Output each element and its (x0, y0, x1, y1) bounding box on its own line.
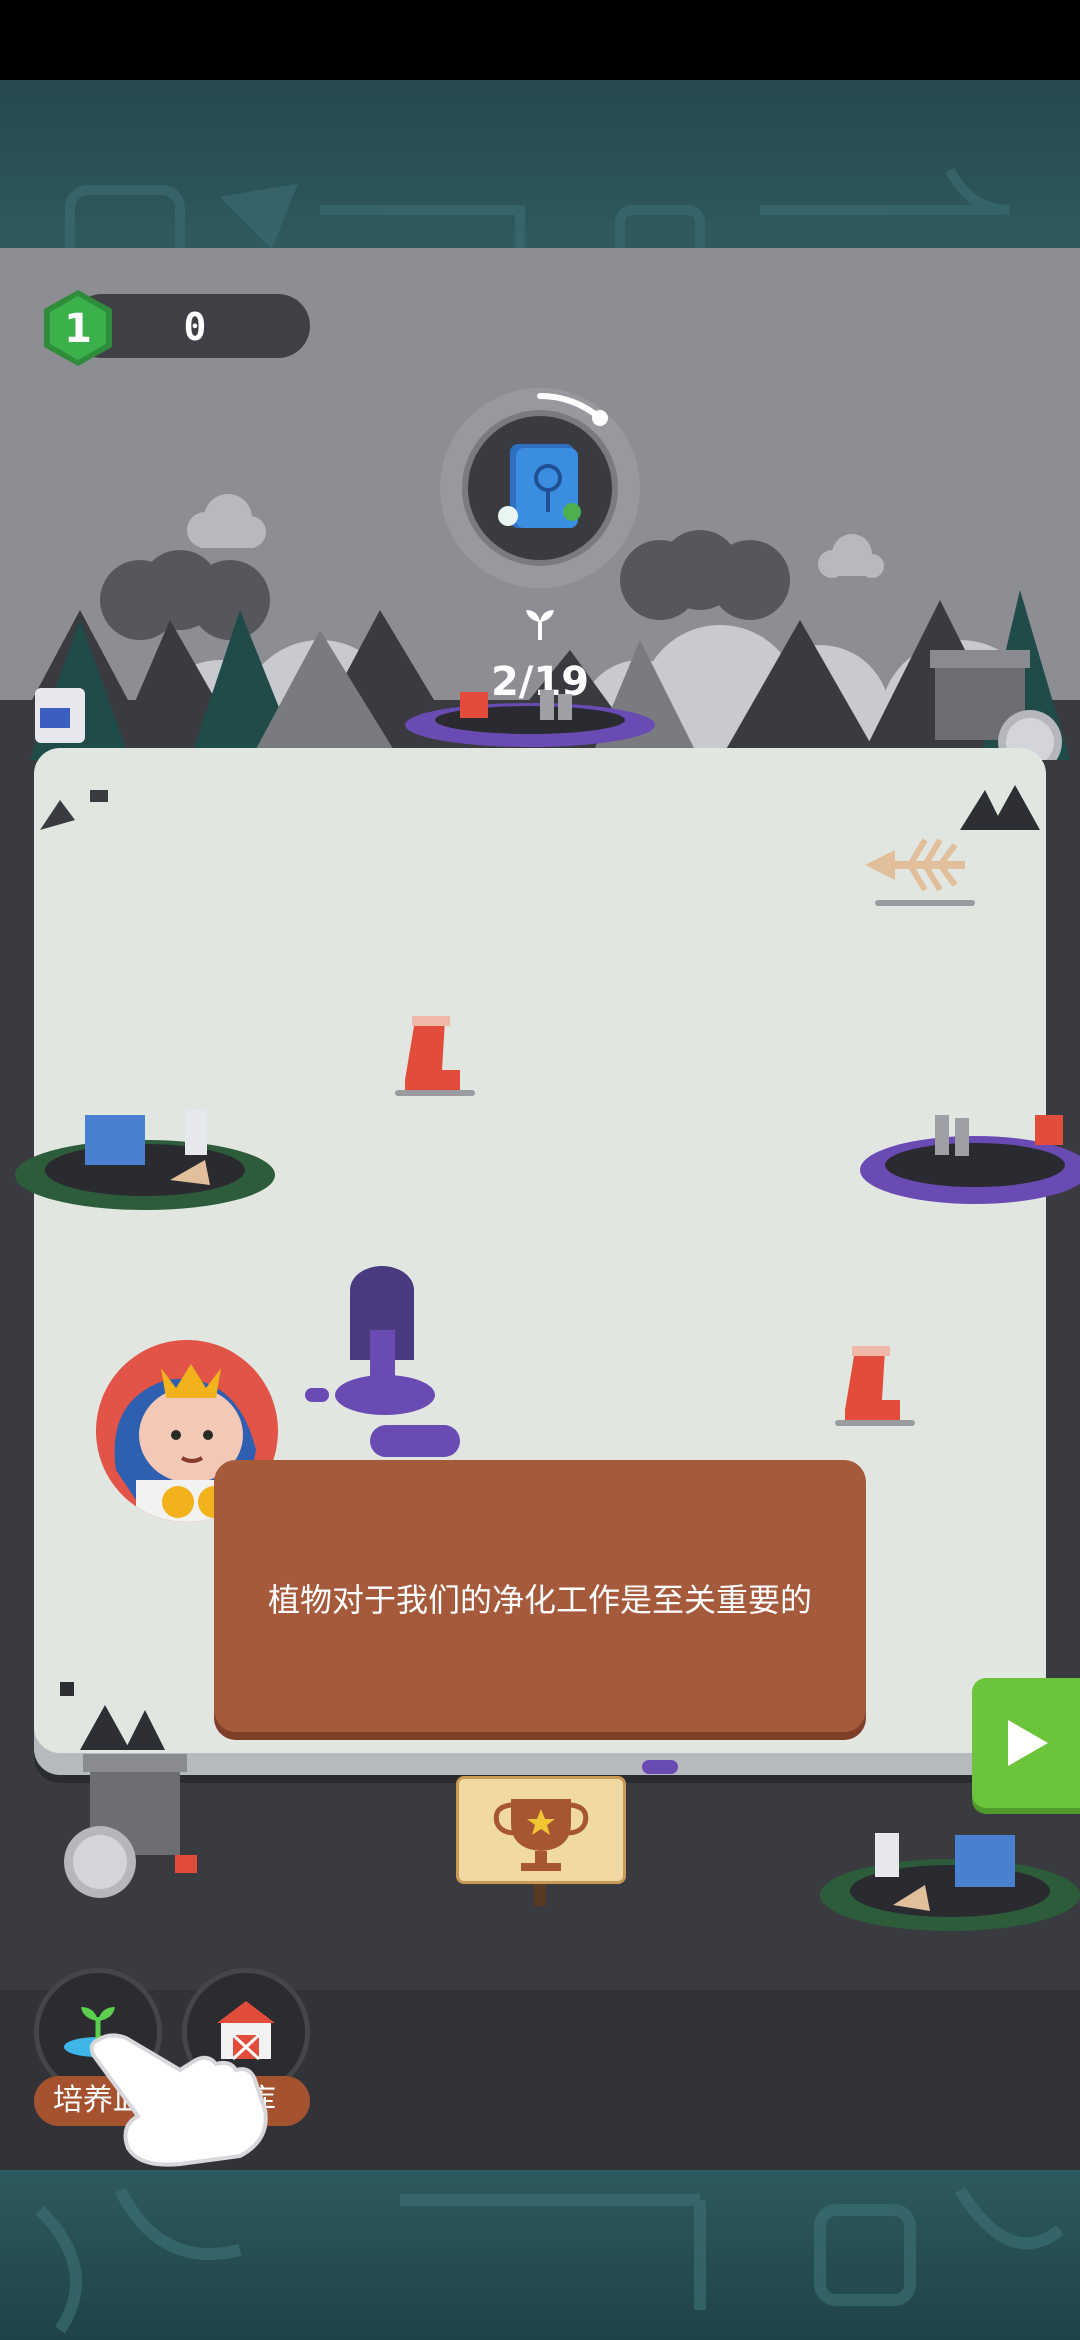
trash-bin-bottom-left[interactable] (55, 1740, 225, 1910)
collection-progress: 2/19 (470, 592, 610, 705)
fish-bone-trash[interactable] (855, 820, 985, 910)
play-arrow-icon (1008, 1720, 1048, 1766)
seedling-icon (526, 610, 554, 640)
tutorial-hand-pointer (89, 2033, 268, 2167)
pollution-pile-right[interactable] (855, 1100, 1080, 1220)
garbage-pile-bottom-right[interactable] (815, 1815, 1080, 1945)
red-boot-trash[interactable] (390, 1010, 480, 1100)
trophy-icon (493, 1799, 589, 1871)
status-bar (0, 0, 1080, 80)
bottom-decor-band (0, 2170, 1080, 2340)
cloud-left (187, 494, 266, 548)
collection-book-button[interactable] (462, 410, 618, 566)
pollution-pile-top[interactable] (400, 680, 660, 750)
milk-carton (35, 688, 85, 743)
cloud-right (818, 534, 884, 578)
dialog-text: 植物对于我们的净化工作是至关重要的 (267, 1581, 812, 1619)
level-number: 1 (64, 306, 92, 352)
score-value: 0 (183, 305, 207, 349)
trash-bin-top-right[interactable] (920, 630, 1070, 760)
trophy-button[interactable] (456, 1776, 626, 1884)
next-button[interactable] (972, 1678, 1080, 1808)
level-badge: 1 (38, 288, 118, 368)
rock-debris (40, 790, 108, 830)
plant-book-icon (498, 444, 581, 528)
purple-pollution-source[interactable] (300, 1260, 480, 1460)
top-decor-band (0, 80, 1080, 248)
red-boot-trash-2[interactable] (830, 1340, 920, 1430)
garbage-pile-left[interactable] (10, 1090, 280, 1220)
